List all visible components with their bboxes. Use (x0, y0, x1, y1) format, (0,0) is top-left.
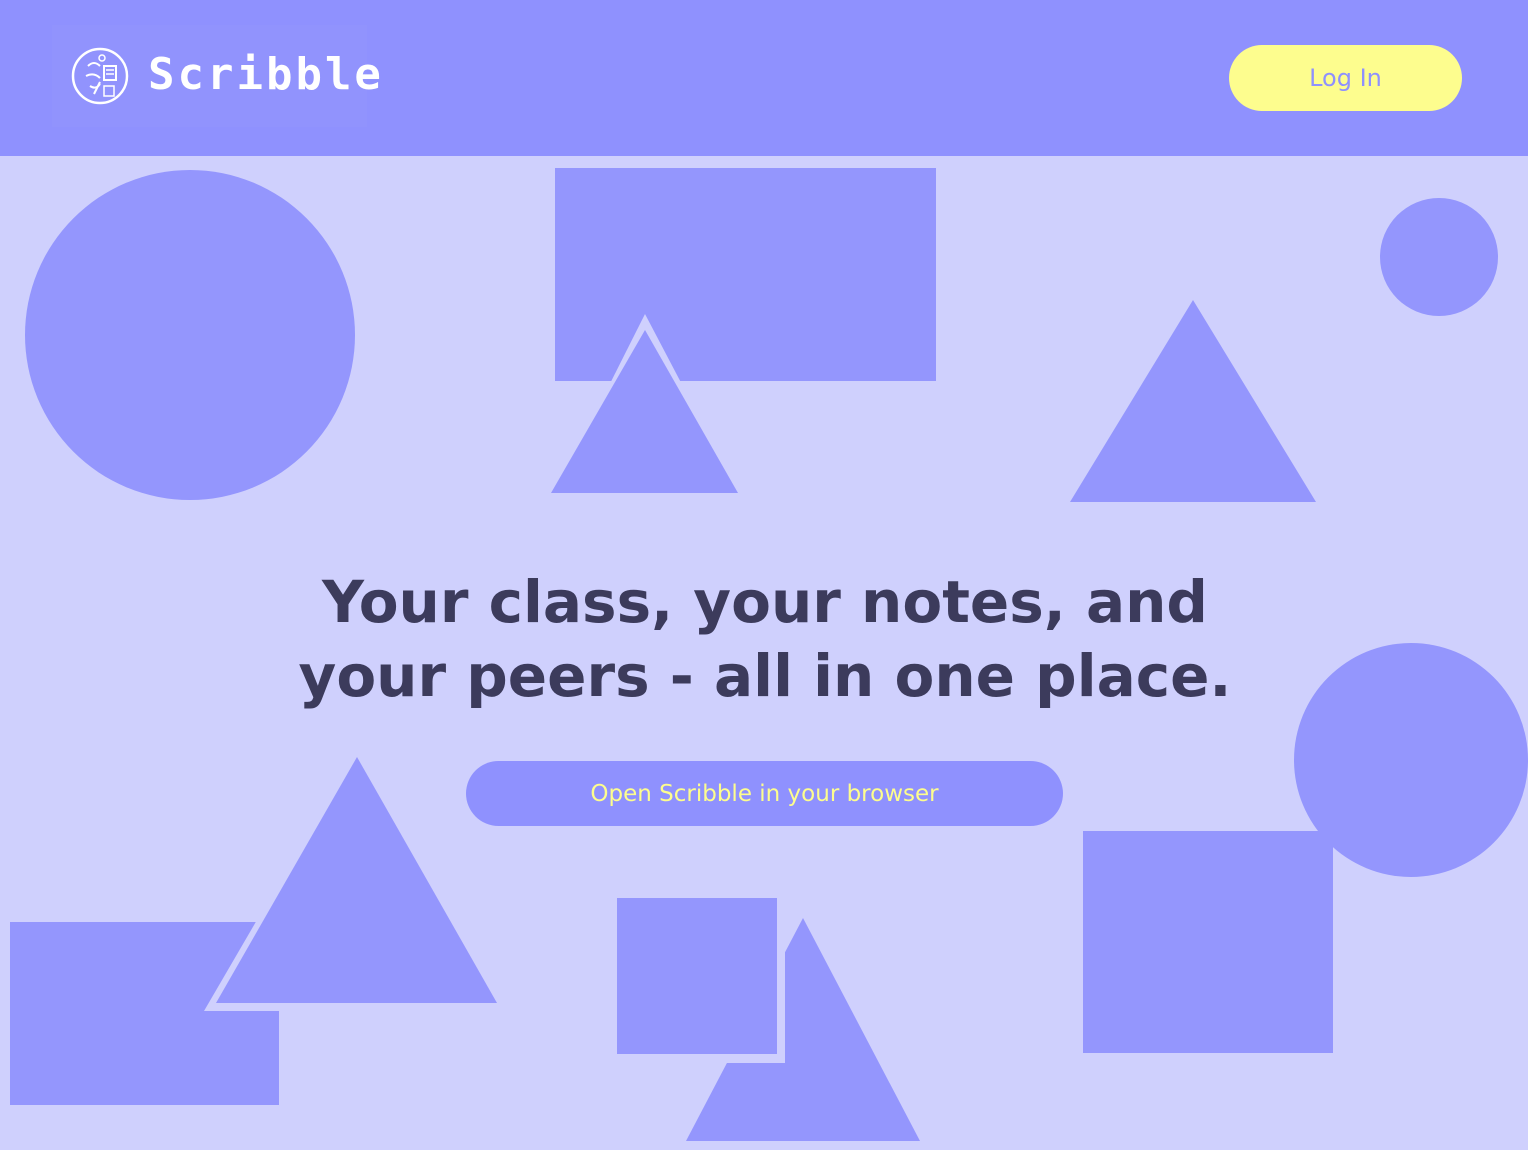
decor-square-bottom-center (617, 898, 777, 1054)
decor-triangle-right (1070, 300, 1316, 502)
decor-circle-small (1380, 198, 1498, 316)
headline-line-2: your peers - all in one place. (298, 642, 1232, 710)
top-nav-bar: Scribble Log In (0, 0, 1528, 156)
decor-circle-large (25, 170, 355, 500)
decor-triangle-bottom-left (216, 757, 497, 1003)
decor-rect-top (555, 168, 936, 381)
hero-headline: Your class, your notes, and your peers -… (200, 565, 1330, 713)
open-in-browser-button[interactable]: Open Scribble in your browser (466, 761, 1063, 826)
brand-logo[interactable]: Scribble (52, 25, 381, 127)
brain-circuit-icon (71, 47, 129, 105)
login-button[interactable]: Log In (1229, 45, 1462, 111)
landing-page: Scribble Log In Your class, your notes, … (0, 0, 1528, 1150)
decor-square-bottom-right (1083, 831, 1333, 1053)
brand-name: Scribble (148, 49, 384, 100)
headline-line-1: Your class, your notes, and (322, 568, 1208, 636)
decor-rect-bottom-left (10, 922, 279, 1105)
